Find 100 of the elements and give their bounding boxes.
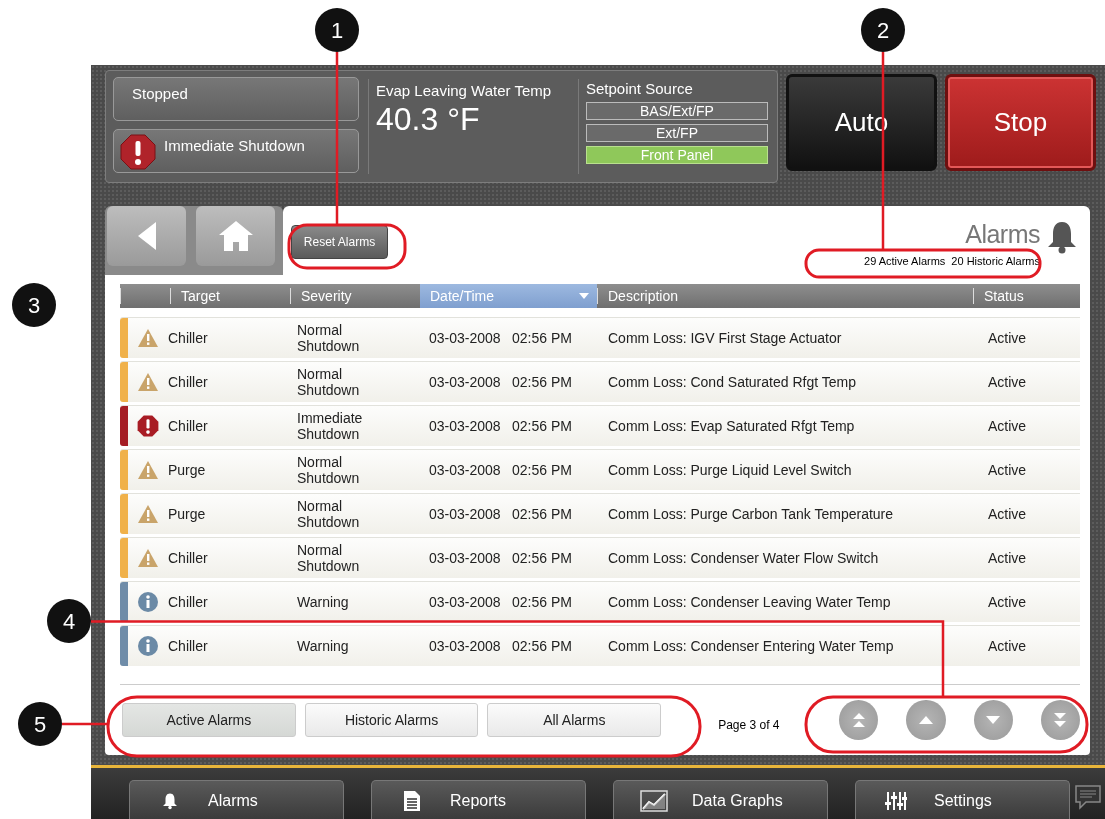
table-cell-text: Comm Loss: Condenser Water Flow Switch (608, 550, 880, 566)
alarm-count: 20 Historic Alarms (951, 255, 1040, 267)
table-cell-text: Comm Loss: Purge Liquid Level Switch (608, 462, 853, 478)
table-cell-text: Active (988, 418, 1028, 434)
table-cell-text: 03-03-2008 (429, 638, 502, 654)
line-graph-icon (640, 789, 668, 812)
table-cell-text: Active (988, 462, 1028, 478)
home-icon (217, 220, 254, 252)
nav-button[interactable]: Reports (371, 780, 586, 819)
table-cell-text: Normal Shutdown (297, 498, 361, 530)
table-cell-text: 02:56 PM (512, 462, 573, 478)
alarm-row[interactable]: Chiller Normal Shutdown 03-03-2008 02:56 PM Comm Loss: Cond Saturated Rfgt Temp Active (120, 361, 1080, 402)
home-button[interactable] (196, 206, 275, 266)
table-cell-text: Comm Loss: Purge Carbon Tank Temperature (608, 506, 895, 522)
alarm-row[interactable]: Chiller Warning 03-03-2008 02:56 PM Comm Loss: Condenser Entering Water Temp Active (120, 625, 1080, 666)
chat-bubble-icon (1074, 784, 1102, 810)
warning-triangle-icon (137, 548, 159, 568)
page-up-button[interactable] (906, 700, 946, 740)
table-cell-text: Chiller (168, 550, 209, 566)
down-arrow-icon (985, 715, 1002, 725)
warning-triangle-icon (137, 460, 159, 480)
up-arrow-icon (918, 715, 934, 725)
table-cell-text: 03-03-2008 (429, 418, 502, 434)
warning-triangle-icon (137, 504, 159, 524)
table-cell-text: 02:56 PM (512, 506, 573, 522)
setpoint-option[interactable]: BAS/Ext/FP (586, 102, 768, 120)
document-icon (403, 789, 421, 812)
last-page-button[interactable] (1040, 700, 1080, 740)
stop-sign-icon (120, 134, 156, 170)
alarm-count: 29 Active Alarms (864, 255, 946, 267)
column-header[interactable]: Target (170, 288, 290, 304)
bell-icon (1046, 220, 1078, 254)
table-cell-text: Active (988, 374, 1028, 390)
back-button[interactable] (107, 206, 186, 266)
table-cell-text: Chiller (168, 418, 209, 434)
sliders-icon (885, 790, 907, 811)
callout-badge: 1 (315, 8, 359, 52)
setpoint-option[interactable]: Ext/FP (586, 124, 768, 142)
page-down-button[interactable] (973, 700, 1013, 740)
reset-alarms-button[interactable]: Reset Alarms (291, 225, 388, 259)
callout-badge: 4 (47, 599, 91, 643)
first-page-button[interactable] (839, 700, 879, 740)
column-header[interactable]: Description (597, 288, 973, 304)
table-cell-text: 03-03-2008 (429, 550, 502, 566)
status-indicator: Stopped (113, 77, 359, 121)
nav-button[interactable]: Settings (855, 780, 1070, 819)
table-cell-text: 03-03-2008 (429, 462, 502, 478)
stop-button[interactable]: Stop (945, 74, 1096, 171)
nav-button[interactable]: Alarms (129, 780, 344, 819)
info-icon (137, 635, 159, 657)
table-cell-text: Chiller (168, 638, 209, 654)
filter-tab[interactable]: All Alarms (487, 703, 662, 737)
nav-button[interactable]: Data Graphs (613, 780, 828, 819)
table-cell-text: Active (988, 330, 1028, 346)
alarm-row[interactable]: Purge Normal Shutdown 03-03-2008 02:56 PM Comm Loss: Purge Carbon Tank Temperature Active (120, 493, 1080, 534)
table-cell-text: 03-03-2008 (429, 506, 502, 522)
alarm-row[interactable]: Purge Normal Shutdown 03-03-2008 02:56 PM Comm Loss: Purge Liquid Level Switch Active (120, 449, 1080, 490)
table-cell-text: Warning (297, 638, 350, 654)
table-cell-text: Comm Loss: Condenser Leaving Water Temp (608, 594, 892, 610)
temperature-label: Evap Leaving Water Temp (376, 81, 553, 99)
filter-tab[interactable]: Active Alarms (122, 703, 296, 737)
leader-line (62, 722, 108, 726)
table-cell-text: Immediate Shutdown (297, 410, 364, 442)
alarm-row[interactable]: Chiller Warning 03-03-2008 02:56 PM Comm Loss: Condenser Leaving Water Temp Active (120, 581, 1080, 622)
table-cell-text: 02:56 PM (512, 374, 573, 390)
table-cell-text: 03-03-2008 (429, 594, 502, 610)
table-cell-text: Active (988, 550, 1028, 566)
sort-arrow-icon (579, 293, 589, 299)
table-cell-text: 02:56 PM (512, 330, 573, 346)
table-cell-text: Purge (168, 462, 207, 478)
table-cell-text: Normal Shutdown (297, 322, 361, 354)
warning-triangle-icon (137, 328, 159, 348)
page-indicator: Page 3 of 4 (718, 718, 781, 732)
table-cell-text: 03-03-2008 (429, 330, 502, 346)
table-cell-text: Normal Shutdown (297, 542, 361, 574)
alarm-row[interactable]: Chiller Immediate Shutdown 03-03-2008 02:56 PM Comm Loss: Evap Saturated Rfgt Temp Active (120, 405, 1080, 446)
page-title: Alarms (965, 220, 1040, 249)
table-cell-text: Chiller (168, 374, 209, 390)
table-cell-text: Chiller (168, 594, 209, 610)
table-cell-text: Active (988, 506, 1028, 522)
column-header[interactable]: Status (973, 288, 1080, 304)
alarm-row[interactable]: Chiller Normal Shutdown 03-03-2008 02:56 PM Comm Loss: IGV First Stage Actuator Active (120, 317, 1080, 358)
table-cell-text: 02:56 PM (512, 594, 573, 610)
table-cell-text: 03-03-2008 (429, 374, 502, 390)
table-cell-text: Active (988, 638, 1028, 654)
double-down-arrow-icon (1052, 712, 1069, 728)
table-cell-text: 02:56 PM (512, 550, 573, 566)
alarm-row[interactable]: Chiller Normal Shutdown 03-03-2008 02:56 PM Comm Loss: Condenser Water Flow Switch Active (120, 537, 1080, 578)
table-cell-text: Chiller (168, 330, 209, 346)
temperature-value: 40.3 °F (376, 100, 481, 138)
table-cell-text: 02:56 PM (512, 418, 573, 434)
callout-badge: 3 (12, 283, 56, 327)
table-cell-text: Normal Shutdown (297, 454, 361, 486)
warning-triangle-icon (137, 372, 159, 392)
filter-tab[interactable]: Historic Alarms (304, 703, 479, 737)
callout-badge: 5 (18, 702, 62, 746)
table-cell-text: Warning (297, 594, 350, 610)
callout-badge: 2 (861, 8, 905, 52)
table-cell-text: Comm Loss: Cond Saturated Rfgt Temp (608, 374, 857, 390)
table-cell-text: Active (988, 594, 1028, 610)
